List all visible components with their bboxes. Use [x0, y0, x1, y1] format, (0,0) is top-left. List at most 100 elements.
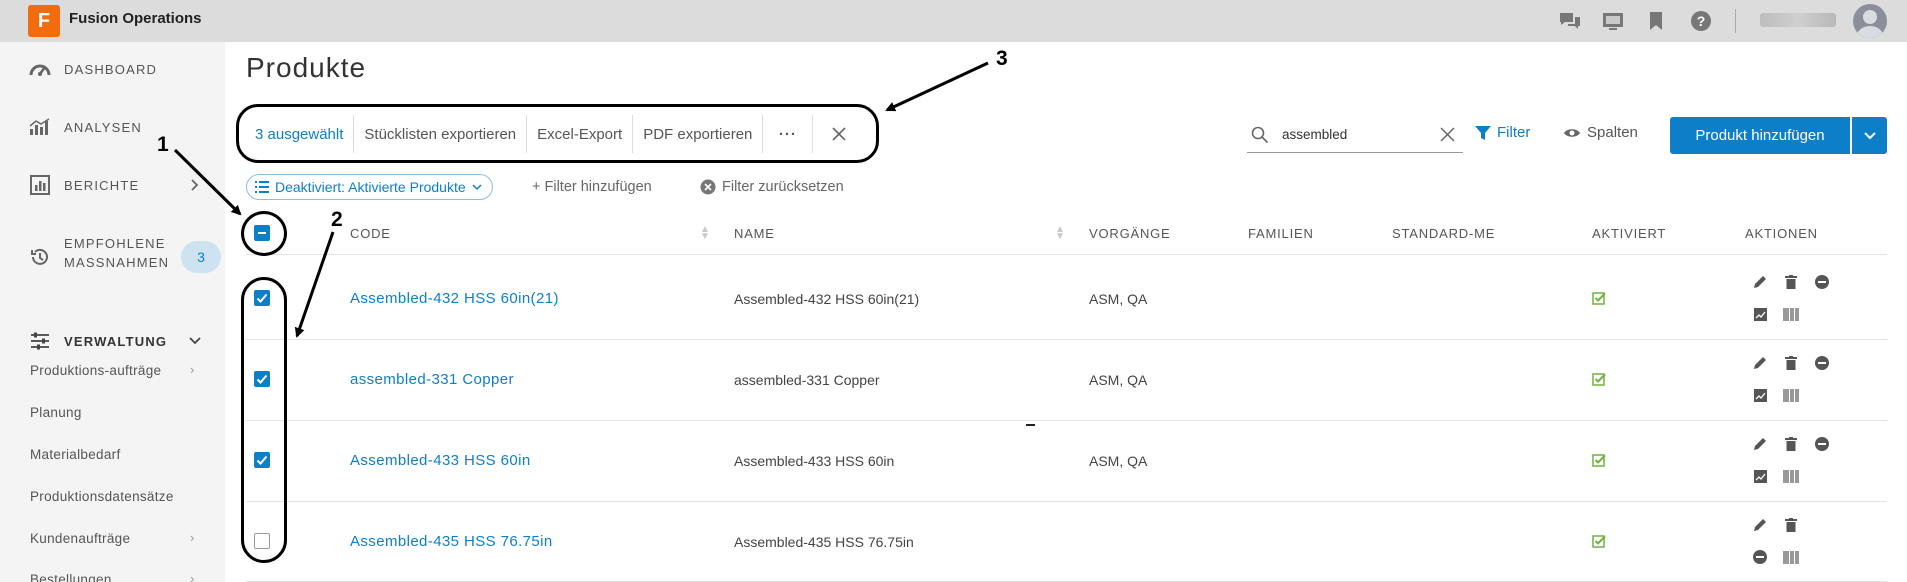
filter-button[interactable]: Filter [1475, 124, 1530, 141]
sidebar-subitem-produktionsauftraege[interactable]: Produktions-aufträge [30, 363, 161, 378]
product-code-link[interactable]: Assembled-433 HSS 60in [350, 452, 531, 469]
activate-icon[interactable] [1752, 549, 1768, 565]
sidebar-item-label: ANALYSEN [64, 119, 142, 135]
header-divider [246, 254, 1887, 255]
column-header-aktiviert[interactable]: AKTIVIERT [1592, 226, 1666, 241]
column-header-familien[interactable]: FAMILIEN [1248, 226, 1314, 241]
activated-check-icon [1592, 535, 1606, 548]
app-logo[interactable]: F [28, 5, 60, 37]
sidebar-item-label: VERWALTUNG [64, 333, 168, 349]
deactivate-icon[interactable] [1814, 355, 1830, 371]
chart-icon[interactable] [1752, 468, 1768, 484]
deactivate-icon[interactable] [1814, 274, 1830, 290]
columns-button[interactable]: Spalten [1563, 124, 1638, 141]
add-product-button[interactable]: Produkt hinzufügen [1670, 117, 1850, 154]
sidebar-subitem-materialbedarf[interactable]: Materialbedarf [30, 447, 121, 462]
row-divider [246, 501, 1887, 502]
edit-icon[interactable] [1752, 517, 1768, 533]
top-bar: F Fusion Operations ? [0, 0, 1907, 42]
bookmark-icon[interactable] [1643, 8, 1669, 34]
activated-check-icon [1592, 292, 1606, 305]
chart-icon[interactable] [1752, 387, 1768, 403]
eye-icon [1564, 128, 1580, 137]
sort-icon[interactable]: ▲ ▼ [1055, 225, 1065, 242]
annotation-ring-2 [241, 277, 287, 563]
product-code-link[interactable]: assembled-331 Copper [350, 371, 514, 388]
deactivate-icon[interactable] [1814, 436, 1830, 452]
list-icon [255, 181, 269, 193]
annotation-label-3: 3 [996, 47, 1008, 70]
sort-icon[interactable]: ▲ ▼ [700, 225, 710, 242]
clear-circle-icon [700, 179, 716, 195]
annotation-ring-3 [236, 104, 879, 163]
clear-search-icon[interactable] [1439, 126, 1456, 143]
sidebar-item-empfohlene-massnahmen[interactable]: EMPFOHLENE MASSNAHMEN 3 [0, 232, 225, 282]
edit-icon[interactable] [1752, 355, 1768, 371]
user-name-blurred[interactable] [1760, 13, 1836, 27]
barcode-icon[interactable] [1783, 306, 1799, 322]
chevron-right-icon: › [190, 571, 195, 582]
chevron-down-icon [472, 184, 482, 191]
columns-label: Spalten [1587, 124, 1638, 141]
reset-filter-button[interactable]: Filter zurücksetzen [700, 179, 844, 195]
delete-icon[interactable] [1783, 355, 1799, 371]
annotation-label-1: 1 [157, 133, 169, 156]
active-filter-chip[interactable]: Deaktiviert: Aktivierte Produkte [246, 174, 493, 200]
help-icon[interactable]: ? [1688, 8, 1714, 34]
bar-chart-icon [28, 115, 52, 139]
report-icon [28, 173, 52, 197]
sidebar-item-analysen[interactable]: ANALYSEN [0, 107, 225, 147]
edit-icon[interactable] [1752, 274, 1768, 290]
sidebar-subitem-produktionsdatensaetze[interactable]: Produktionsdatensätze [30, 489, 174, 504]
reset-filter-label: Filter zurücksetzen [722, 179, 844, 195]
annotation-arrow-3 [885, 61, 989, 112]
sidebar-subitem-planung[interactable]: Planung [30, 405, 82, 420]
column-header-aktionen: AKTIONEN [1745, 226, 1818, 241]
delete-icon[interactable] [1783, 274, 1799, 290]
sliders-icon [28, 329, 52, 353]
chevron-down-icon [1863, 131, 1876, 139]
product-name: Assembled-433 HSS 60in [734, 453, 895, 469]
product-code-link[interactable]: Assembled-432 HSS 60in(21) [350, 290, 559, 307]
search-input[interactable]: assembled [1247, 117, 1463, 153]
sidebar-item-verwaltung[interactable]: VERWALTUNG [0, 321, 225, 361]
column-header-name[interactable]: NAME [734, 226, 775, 241]
product-name: Assembled-435 HSS 76.75in [734, 534, 914, 550]
sidebar-subitem-bestellungen[interactable]: Bestellungen [30, 572, 112, 582]
column-header-code[interactable]: CODE [350, 226, 391, 241]
chat-icon[interactable] [1557, 8, 1583, 34]
app-name: Fusion Operations [69, 10, 202, 27]
delete-icon[interactable] [1783, 517, 1799, 533]
sidebar-item-berichte[interactable]: BERICHTE [0, 165, 225, 205]
page-title: Produkte [246, 52, 367, 83]
barcode-icon[interactable] [1783, 387, 1799, 403]
product-operations: ASM, QA [1089, 453, 1148, 469]
product-code-link[interactable]: Assembled-435 HSS 76.75in [350, 533, 553, 550]
history-icon [28, 245, 52, 269]
column-header-standard-me[interactable]: STANDARD-ME [1392, 226, 1495, 241]
topbar-divider [1735, 9, 1736, 33]
add-filter-button[interactable]: + Filter hinzufügen [532, 179, 652, 195]
barcode-icon[interactable] [1783, 468, 1799, 484]
add-product-dropdown[interactable] [1852, 117, 1887, 154]
sidebar-subitem-kundenauftraege[interactable]: Kundenaufträge [30, 531, 130, 546]
chart-icon[interactable] [1752, 306, 1768, 322]
column-header-vorgaenge[interactable]: VORGÄNGE [1089, 226, 1171, 241]
filter-funnel-icon [1475, 125, 1491, 140]
activated-check-icon [1592, 373, 1606, 386]
monitor-icon[interactable] [1600, 8, 1626, 34]
row-divider [246, 420, 1887, 421]
sidebar-item-label: DASHBOARD [64, 61, 158, 77]
search-value: assembled [1282, 127, 1348, 142]
gauge-icon [28, 57, 52, 81]
product-operations: ASM, QA [1089, 372, 1148, 388]
avatar[interactable] [1853, 4, 1887, 38]
edit-icon[interactable] [1752, 436, 1768, 452]
sidebar-item-dashboard[interactable]: DASHBOARD [0, 49, 225, 89]
search-icon [1251, 126, 1269, 144]
active-filter-label: Deaktiviert: Aktivierte Produkte [275, 179, 466, 195]
svg-text:?: ? [1697, 13, 1706, 29]
chevron-right-icon: › [190, 362, 195, 377]
barcode-icon[interactable] [1783, 549, 1799, 565]
delete-icon[interactable] [1783, 436, 1799, 452]
